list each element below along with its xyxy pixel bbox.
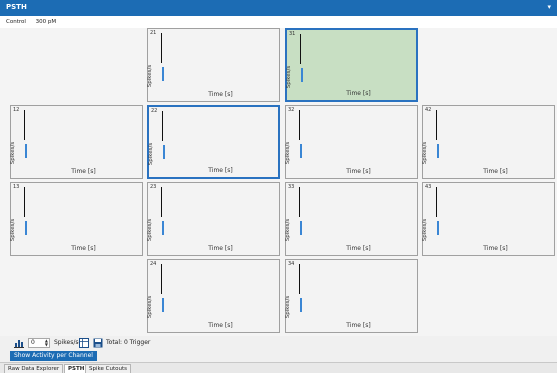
y-axis-label: Spikes/s xyxy=(422,141,429,165)
psth-panel-42[interactable]: 42 Spikes/s Time [s] xyxy=(422,105,555,179)
x-axis-label: Time [s] xyxy=(71,168,96,175)
y-axis-line xyxy=(299,264,300,294)
x-axis-label: Time [s] xyxy=(346,245,371,252)
y-axis-line xyxy=(161,187,162,217)
channel-label: 21 xyxy=(150,30,157,36)
channel-marker xyxy=(437,144,439,158)
channel-marker xyxy=(163,145,165,159)
tab-spike-cutouts[interactable]: Spike Cutouts xyxy=(85,364,131,373)
y-axis-line xyxy=(299,187,300,217)
x-axis-label: Time [s] xyxy=(346,90,371,97)
y-axis-line xyxy=(24,110,25,140)
channel-label: 22 xyxy=(151,108,158,114)
x-axis-label: Time [s] xyxy=(346,168,371,175)
stepper-value: 0 xyxy=(31,339,35,346)
psth-panel-13[interactable]: 13 Spikes/s Time [s] xyxy=(10,182,143,256)
tab-bar: Raw Data Explorer PSTH Spike Cutouts xyxy=(0,362,557,373)
x-axis-label: Time [s] xyxy=(483,245,508,252)
y-axis-line xyxy=(161,264,162,294)
channel-label: 12 xyxy=(13,107,20,113)
psth-panel-12[interactable]: 12 Spikes/s Time [s] xyxy=(10,105,143,179)
filter-bar: Control 300 pM xyxy=(0,16,557,28)
y-axis-label: Spikes/s xyxy=(285,218,292,242)
channel-label: 32 xyxy=(288,107,295,113)
channel-label: 42 xyxy=(425,107,432,113)
trigger-count: Total: 0 Trigger xyxy=(106,339,151,346)
psth-panel-22[interactable]: 22 Spikes/s Time [s] xyxy=(147,105,280,179)
channel-marker xyxy=(437,221,439,235)
psth-panel-43[interactable]: 43 Spikes/s Time [s] xyxy=(422,182,555,256)
y-axis-label: Spikes/s xyxy=(285,141,292,165)
channel-label: 43 xyxy=(425,184,432,190)
channel-label: 31 xyxy=(289,31,296,37)
channel-marker xyxy=(300,298,302,312)
show-activity-button[interactable]: Show Activity per Channel xyxy=(10,351,97,361)
psth-panel-34[interactable]: 34 Spikes/s Time [s] xyxy=(285,259,418,333)
channel-marker xyxy=(162,221,164,235)
y-axis-line xyxy=(300,34,301,64)
psth-panel-33[interactable]: 33 Spikes/s Time [s] xyxy=(285,182,418,256)
psth-panel-21[interactable]: 21 Spikes/s Time [s] xyxy=(147,28,280,102)
psth-panel-24[interactable]: 24 Spikes/s Time [s] xyxy=(147,259,280,333)
save-icon[interactable] xyxy=(93,338,103,348)
y-axis-label: Spikes/s xyxy=(10,218,17,242)
y-axis-line xyxy=(24,187,25,217)
y-axis-label: Spikes/s xyxy=(286,65,293,89)
y-axis-line xyxy=(162,111,163,141)
channel-marker xyxy=(162,298,164,312)
channel-marker xyxy=(25,144,27,158)
psth-grid: 21 Spikes/s Time [s] 31 Spikes/s Time [s… xyxy=(0,28,557,336)
x-axis-label: Time [s] xyxy=(208,245,233,252)
bar-chart-icon[interactable] xyxy=(14,338,24,348)
filter-control[interactable]: Control xyxy=(6,19,26,25)
channel-label: 34 xyxy=(288,261,295,267)
channel-marker xyxy=(300,144,302,158)
channel-marker xyxy=(25,221,27,235)
x-axis-label: Time [s] xyxy=(71,245,96,252)
channel-marker xyxy=(162,67,164,81)
y-axis-label: Spikes/s xyxy=(422,218,429,242)
stepper-arrows-icon[interactable]: ▲ ▼ xyxy=(45,339,48,347)
x-axis-label: Time [s] xyxy=(208,167,233,174)
x-axis-label: Time [s] xyxy=(208,322,233,329)
channel-label: 33 xyxy=(288,184,295,190)
channel-marker xyxy=(301,68,303,82)
psth-panel-32[interactable]: 32 Spikes/s Time [s] xyxy=(285,105,418,179)
y-axis-line xyxy=(436,110,437,140)
filter-concentration[interactable]: 300 pM xyxy=(36,19,56,25)
psth-panel-23[interactable]: 23 Spikes/s Time [s] xyxy=(147,182,280,256)
psth-panel-31[interactable]: 31 Spikes/s Time [s] xyxy=(285,28,418,102)
channel-label: 13 xyxy=(13,184,20,190)
y-axis-label: Spikes/s xyxy=(285,295,292,319)
channel-label: 23 xyxy=(150,184,157,190)
channel-label: 24 xyxy=(150,261,157,267)
window-title: PSTH xyxy=(6,3,27,11)
y-axis-label: Spikes/s xyxy=(147,218,154,242)
y-axis-label: Spikes/s xyxy=(10,141,17,165)
spikes-per-sec-stepper[interactable]: 0 ▲ ▼ xyxy=(28,338,50,348)
y-axis-label: Spikes/s xyxy=(147,64,154,88)
tab-raw-data-explorer[interactable]: Raw Data Explorer xyxy=(4,364,64,373)
y-axis-label: Spikes/s xyxy=(147,295,154,319)
x-axis-label: Time [s] xyxy=(208,91,233,98)
y-axis-line xyxy=(299,110,300,140)
y-axis-line xyxy=(161,33,162,63)
bottom-toolbar: 0 ▲ ▼ Spikes/sec Total: 0 Trigger xyxy=(0,336,557,350)
x-axis-label: Time [s] xyxy=(483,168,508,175)
window-titlebar: PSTH ▾ xyxy=(0,0,557,16)
collapse-icon[interactable]: ▾ xyxy=(547,3,551,11)
grid-layout-icon[interactable] xyxy=(79,338,89,348)
y-axis-label: Spikes/s xyxy=(148,142,155,166)
x-axis-label: Time [s] xyxy=(346,322,371,329)
channel-marker xyxy=(300,221,302,235)
y-axis-line xyxy=(436,187,437,217)
